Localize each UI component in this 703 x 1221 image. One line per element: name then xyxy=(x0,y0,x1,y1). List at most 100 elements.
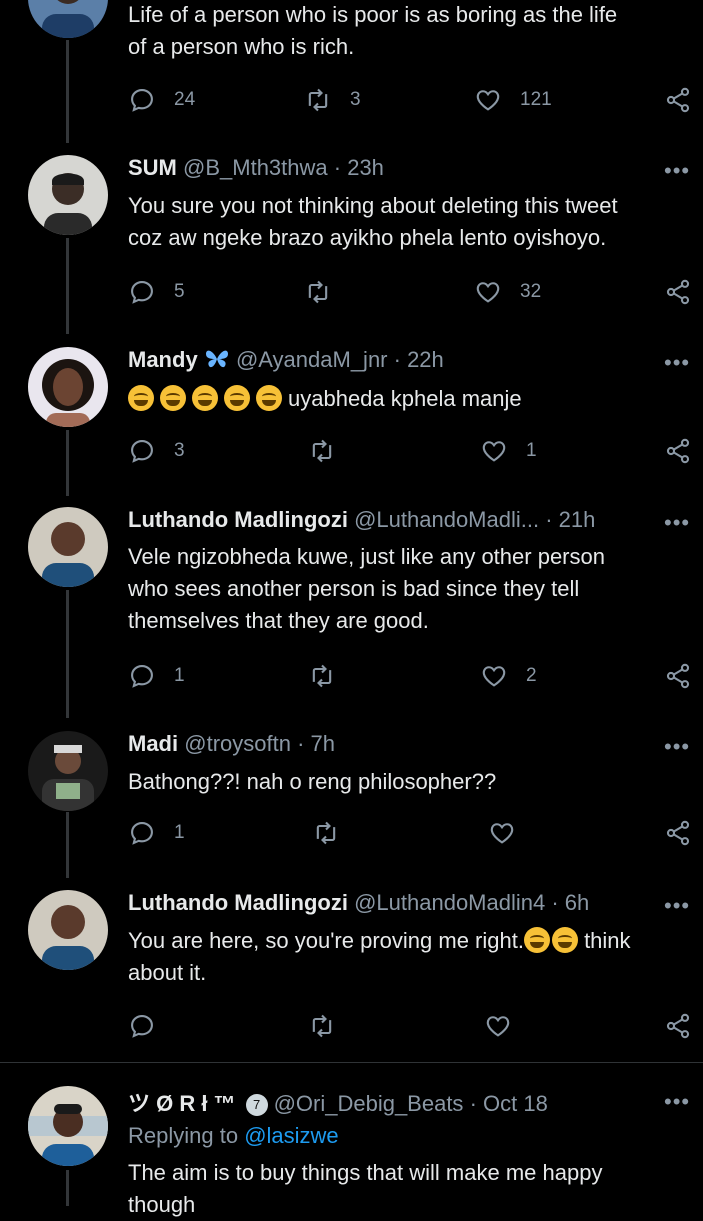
user-name[interactable]: Luthando Madlingozi xyxy=(128,507,348,532)
more-options-button[interactable]: ••• xyxy=(664,510,690,536)
share-icon xyxy=(664,662,692,690)
share-button[interactable] xyxy=(664,661,692,691)
divider xyxy=(0,1062,703,1063)
avatar[interactable] xyxy=(28,731,108,811)
like-count: 1 xyxy=(526,440,537,461)
reply-icon xyxy=(128,819,156,847)
like-icon xyxy=(488,819,516,847)
rofl-emoji-icon xyxy=(523,927,550,953)
user-name[interactable]: ツ Ø R ł ™ xyxy=(128,1091,236,1116)
like-icon xyxy=(480,662,508,690)
tweet[interactable]: SUM @B_Mth3thwa · 23h ••• You sure you n… xyxy=(0,155,703,335)
tweet-header: Mandy @AyandaM_jnr · 22h xyxy=(128,347,444,373)
tweet[interactable]: Madi @troysoftn · 7h ••• Bathong??! nah … xyxy=(0,731,703,861)
more-options-button[interactable]: ••• xyxy=(664,350,690,376)
like-button[interactable]: 32 xyxy=(474,277,541,307)
user-name[interactable]: Madi xyxy=(128,731,178,756)
tweet-time[interactable]: · 23h xyxy=(334,155,384,180)
share-button[interactable] xyxy=(664,277,692,307)
user-handle[interactable]: @LuthandoMadli... xyxy=(354,507,539,532)
laughing-emoji-icon xyxy=(192,385,218,411)
tweet[interactable]: Mandy @AyandaM_jnr · 22h ••• uyabheda kp… xyxy=(0,347,703,487)
tweet-text: uyabheda kphela manje xyxy=(128,383,688,415)
reply-button[interactable]: 1 xyxy=(128,818,185,848)
tweet-time[interactable]: · 21h xyxy=(545,507,595,532)
tweet-time[interactable]: · 22h xyxy=(394,347,444,372)
tweet-time[interactable]: · Oct 18 xyxy=(470,1091,548,1116)
like-count: 121 xyxy=(520,89,552,110)
avatar[interactable] xyxy=(28,0,108,38)
user-name[interactable]: Luthando Madlingozi xyxy=(128,890,348,915)
mention-link[interactable]: @lasizwe xyxy=(244,1123,338,1148)
tweet-time[interactable]: · 6h xyxy=(551,890,589,915)
retweet-button[interactable] xyxy=(312,818,340,848)
user-handle[interactable]: @troysoftn xyxy=(184,731,291,756)
user-name[interactable]: SUM xyxy=(128,155,177,180)
share-button[interactable] xyxy=(664,436,692,466)
avatar[interactable] xyxy=(28,890,108,970)
reply-icon xyxy=(128,662,156,690)
tweet[interactable]: Luthando Madlingozi @LuthandoMadlin4 · 6… xyxy=(0,890,703,1050)
retweet-button[interactable] xyxy=(308,436,336,466)
share-button[interactable] xyxy=(664,818,692,848)
tweet-header: Luthando Madlingozi @LuthandoMadlin4 · 6… xyxy=(128,890,589,916)
share-button[interactable] xyxy=(664,1011,692,1041)
user-handle[interactable]: @LuthandoMadlin4 xyxy=(354,890,545,915)
reply-count: 24 xyxy=(174,89,196,110)
avatar[interactable] xyxy=(28,155,108,235)
retweet-icon xyxy=(308,1012,336,1040)
share-button[interactable] xyxy=(664,85,692,115)
more-options-button[interactable]: ••• xyxy=(664,893,690,919)
reply-button[interactable]: 5 xyxy=(128,277,185,307)
tweet[interactable]: Life of a person who is poor is as borin… xyxy=(0,0,703,130)
more-options-button[interactable]: ••• xyxy=(664,158,690,184)
retweet-button[interactable] xyxy=(304,277,332,307)
avatar[interactable] xyxy=(28,347,108,427)
tweet-header: Madi @troysoftn · 7h xyxy=(128,731,335,757)
tweet-text: Life of a person who is poor is as borin… xyxy=(128,2,618,59)
like-button[interactable] xyxy=(484,1011,512,1041)
more-options-button[interactable]: ••• xyxy=(664,734,690,760)
more-options-button[interactable]: ••• xyxy=(664,1089,690,1115)
tweet-time[interactable]: · 7h xyxy=(297,731,335,756)
retweet-button[interactable] xyxy=(308,661,336,691)
like-button[interactable]: 121 xyxy=(474,85,552,115)
share-icon xyxy=(664,819,692,847)
retweet-button[interactable] xyxy=(308,1011,336,1041)
tweet[interactable]: ツ Ø R ł ™ 7 @Ori_Debig_Beats · Oct 18 ••• … xyxy=(0,1086,703,1217)
reply-button[interactable] xyxy=(128,1011,156,1041)
share-icon xyxy=(664,278,692,306)
user-name[interactable]: Mandy xyxy=(128,347,198,372)
retweet-icon xyxy=(312,819,340,847)
tweet-actions xyxy=(128,1011,693,1041)
reply-button[interactable]: 3 xyxy=(128,436,185,466)
like-button[interactable]: 1 xyxy=(480,436,537,466)
tweet-header: ツ Ø R ł ™ 7 @Ori_Debig_Beats · Oct 18 xyxy=(128,1086,548,1118)
retweet-button[interactable]: 3 xyxy=(304,85,361,115)
like-button[interactable]: 2 xyxy=(480,661,537,691)
like-count: 2 xyxy=(526,665,537,686)
user-handle[interactable]: @Ori_Debig_Beats xyxy=(274,1091,464,1116)
reply-button[interactable]: 1 xyxy=(128,661,185,691)
reply-button[interactable]: 24 xyxy=(128,85,195,115)
tweet-text: You sure you not thinking about deleting… xyxy=(128,193,618,250)
laughing-emoji-icon xyxy=(256,385,282,411)
laughing-emoji-icon xyxy=(160,385,186,411)
reply-icon xyxy=(128,86,156,114)
avatar[interactable] xyxy=(28,1086,108,1166)
reply-count: 5 xyxy=(174,281,185,302)
reply-icon xyxy=(128,278,156,306)
retweet-icon xyxy=(308,662,336,690)
tweet-actions: 3 1 xyxy=(128,436,693,466)
avatar[interactable] xyxy=(28,507,108,587)
reply-count: 1 xyxy=(174,665,185,686)
share-icon xyxy=(664,1012,692,1040)
tweet-actions: 1 2 xyxy=(128,661,693,691)
tweet-header: Luthando Madlingozi @LuthandoMadli... · … xyxy=(128,507,595,533)
reply-count: 3 xyxy=(174,440,185,461)
user-handle[interactable]: @AyandaM_jnr xyxy=(236,347,388,372)
like-button[interactable] xyxy=(488,818,516,848)
laughing-emoji-icon xyxy=(128,385,154,411)
tweet[interactable]: Luthando Madlingozi @LuthandoMadli... · … xyxy=(0,507,703,707)
user-handle[interactable]: @B_Mth3thwa xyxy=(183,155,328,180)
